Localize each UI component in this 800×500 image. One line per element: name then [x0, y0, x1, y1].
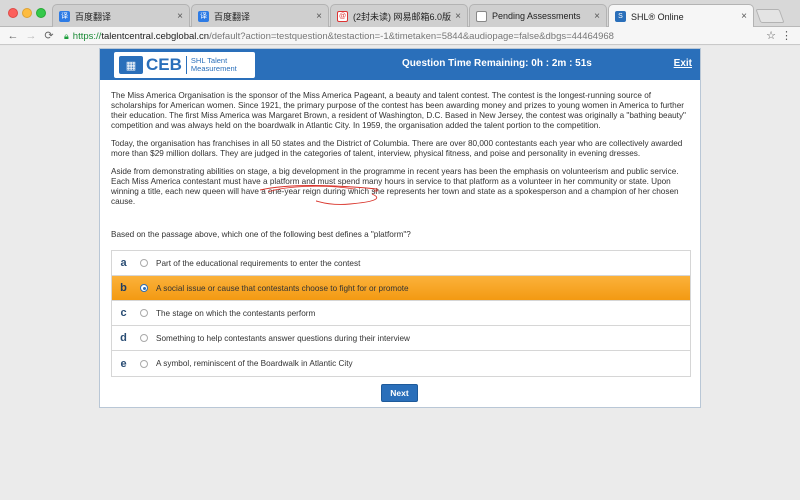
window-zoom-button[interactable]	[36, 8, 46, 18]
reload-icon[interactable]: ⟳	[42, 29, 56, 42]
back-icon[interactable]: ←	[6, 30, 20, 42]
browser-tab[interactable]: @ (2封未读) 网易邮箱6.0版 ×	[330, 4, 468, 27]
tab-close-icon[interactable]: ×	[741, 11, 747, 22]
browser-tab-bar: 译 百度翻译 × 译 百度翻译 × @ (2封未读) 网易邮箱6.0版 × Pe…	[0, 0, 800, 28]
assessment-header: ▦ CEB SHL Talent Measurement Question Ti…	[100, 49, 700, 80]
browser-tab[interactable]: Pending Assessments ×	[469, 4, 607, 27]
window-close-button[interactable]	[8, 8, 18, 18]
ceb-logo-mark-icon: ▦	[119, 56, 143, 74]
window-minimize-button[interactable]	[22, 8, 32, 18]
netease-mail-icon: @	[337, 10, 348, 22]
option-e[interactable]: e A symbol, reminiscent of the Boardwalk…	[112, 351, 690, 376]
ceb-logo: ▦ CEB SHL Talent Measurement	[114, 52, 255, 78]
tab-close-icon[interactable]: ×	[455, 11, 461, 22]
question-timer: Question Time Remaining: 0h : 2m : 51s	[402, 58, 592, 69]
document-icon	[476, 10, 487, 22]
option-radio-selected[interactable]	[140, 284, 148, 292]
url-scheme: https://	[72, 30, 102, 42]
option-radio[interactable]	[140, 334, 148, 342]
option-d[interactable]: d Something to help contestants answer q…	[112, 326, 690, 351]
browser-tab[interactable]: 译 百度翻译 ×	[191, 4, 329, 27]
browser-tab-active[interactable]: S SHL® Online ×	[608, 4, 754, 28]
shl-icon: S	[615, 11, 626, 22]
passage-paragraph: Today, the organisation has franchises i…	[111, 139, 683, 158]
reading-passage: The Miss America Organisation is the spo…	[111, 91, 691, 215]
bookmark-star-icon[interactable]: ☆	[766, 29, 776, 42]
tab-close-icon[interactable]: ×	[316, 11, 322, 22]
option-radio[interactable]	[140, 259, 148, 267]
new-tab-button[interactable]	[755, 9, 785, 23]
url-path: /default?action=testquestion&testaction=…	[209, 30, 614, 42]
baidu-translate-icon: 译	[59, 10, 70, 22]
url-host: talentcentral.cebglobal.cn	[101, 30, 210, 42]
page-body: ▦ CEB SHL Talent Measurement Question Ti…	[0, 46, 800, 500]
forward-icon[interactable]: →	[24, 30, 38, 42]
exit-link[interactable]: Exit	[674, 58, 692, 69]
passage-paragraph: Aside from demonstrating abilities on st…	[111, 167, 679, 206]
browser-menu-icon[interactable]: ⋮	[781, 29, 792, 42]
tab-close-icon[interactable]: ×	[177, 11, 183, 22]
tab-close-icon[interactable]: ×	[594, 11, 600, 22]
question-text: Based on the passage above, which one of…	[111, 230, 411, 239]
baidu-translate-icon: 译	[198, 10, 209, 22]
address-bar[interactable]: 🔒︎ https:// talentcentral.cebglobal.cn /…	[64, 28, 772, 44]
browser-toolbar: ← → ⟳ 🔒︎ https:// talentcentral.cebgloba…	[0, 27, 800, 45]
option-radio[interactable]	[140, 309, 148, 317]
next-button[interactable]: Next	[381, 384, 418, 402]
assessment-panel: ▦ CEB SHL Talent Measurement Question Ti…	[99, 48, 701, 408]
browser-tab[interactable]: 译 百度翻译 ×	[52, 4, 190, 27]
passage-paragraph: The Miss America Organisation is the spo…	[111, 91, 686, 130]
lock-icon: 🔒︎	[64, 30, 69, 41]
option-a[interactable]: a Part of the educational requirements t…	[112, 251, 690, 276]
answer-options: a Part of the educational requirements t…	[111, 250, 691, 377]
option-radio[interactable]	[140, 359, 148, 368]
option-c[interactable]: c The stage on which the contestants per…	[112, 301, 690, 326]
option-b[interactable]: b A social issue or cause that contestan…	[112, 276, 690, 301]
